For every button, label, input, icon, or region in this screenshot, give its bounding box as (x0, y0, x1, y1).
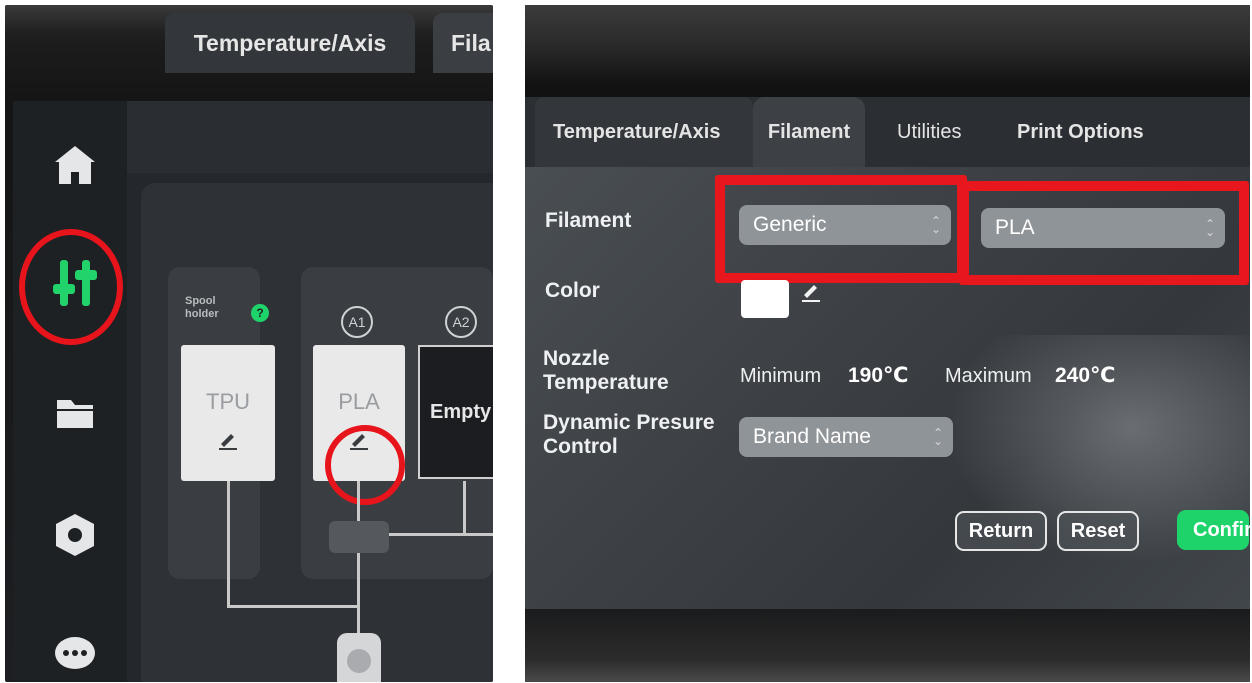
edit-pencil-icon[interactable] (217, 429, 239, 457)
updown-chevron-icon: ⌃ ⌄ (932, 426, 943, 448)
pressure-control-label: Dynamic Presure Control (543, 411, 715, 458)
chat-icon[interactable] (51, 631, 99, 679)
min-temp-label: Minimum (740, 365, 822, 387)
filament-label: Filament (545, 209, 632, 232)
confirm-button[interactable]: Confirm (1177, 510, 1250, 550)
color-swatch[interactable] (741, 280, 789, 318)
slot-label: TPU (206, 389, 250, 414)
slot-label: Empty (430, 400, 492, 423)
pressure-control-value: Brand Name (753, 425, 871, 448)
tab-utilities[interactable]: Utilities (897, 97, 997, 167)
tab-filament[interactable]: Filament (753, 97, 865, 167)
extruder-icon (337, 633, 381, 682)
tab-filament-cut[interactable]: Fila (433, 13, 493, 73)
min-temp-value: 190℃ (848, 364, 909, 387)
highlight-ring-nav (19, 229, 123, 345)
feed-line (227, 481, 230, 607)
nozzle-temperature-label: Nozzle Temperature (543, 347, 669, 394)
color-label: Color (545, 279, 600, 302)
settings-hex-icon[interactable] (51, 511, 99, 559)
return-button[interactable]: Return (955, 511, 1047, 551)
left-tab-bar (127, 101, 493, 173)
feed-line (357, 553, 360, 633)
max-temp-value: 240℃ (1055, 364, 1116, 387)
side-nav (13, 101, 127, 682)
feed-line (227, 605, 359, 608)
highlight-box-vendor (715, 175, 967, 283)
reset-button[interactable]: Reset (1057, 511, 1139, 551)
spool-slot-tpu[interactable]: TPU (181, 345, 275, 481)
highlight-ring-edit (325, 425, 405, 505)
help-icon[interactable]: ? (251, 304, 269, 322)
tab-temperature-axis[interactable]: Temperature/Axis (535, 97, 753, 167)
feed-line (463, 481, 466, 533)
spool-holder-label: Spool holder (185, 295, 219, 320)
tab-print-options[interactable]: Print Options (1017, 97, 1167, 167)
spool-slot-empty[interactable]: Empty (418, 345, 493, 479)
slot-label: PLA (338, 389, 380, 414)
right-tab-bar: Temperature/Axis Filament Utilities Prin… (525, 97, 1250, 167)
folder-icon[interactable] (51, 389, 99, 437)
tab-temperature-axis[interactable]: Temperature/Axis (165, 13, 415, 73)
edit-pencil-icon[interactable] (801, 281, 821, 308)
highlight-box-type (959, 181, 1249, 285)
feed-line (389, 533, 493, 536)
left-photo: Temperature/Axis Fila Spool holder ? TPU… (5, 5, 493, 682)
slot-badge-a2: A2 (445, 306, 477, 338)
hub-block (329, 521, 389, 553)
home-icon[interactable] (51, 141, 99, 189)
device-bezel (525, 609, 1250, 682)
slot-badge-a1: A1 (341, 306, 373, 338)
right-photo: Temperature/Axis Filament Utilities Prin… (525, 5, 1250, 682)
max-temp-label: Maximum (945, 365, 1032, 387)
feed-line (357, 481, 360, 523)
pressure-control-select[interactable]: Brand Name ⌃ ⌄ (739, 417, 953, 457)
